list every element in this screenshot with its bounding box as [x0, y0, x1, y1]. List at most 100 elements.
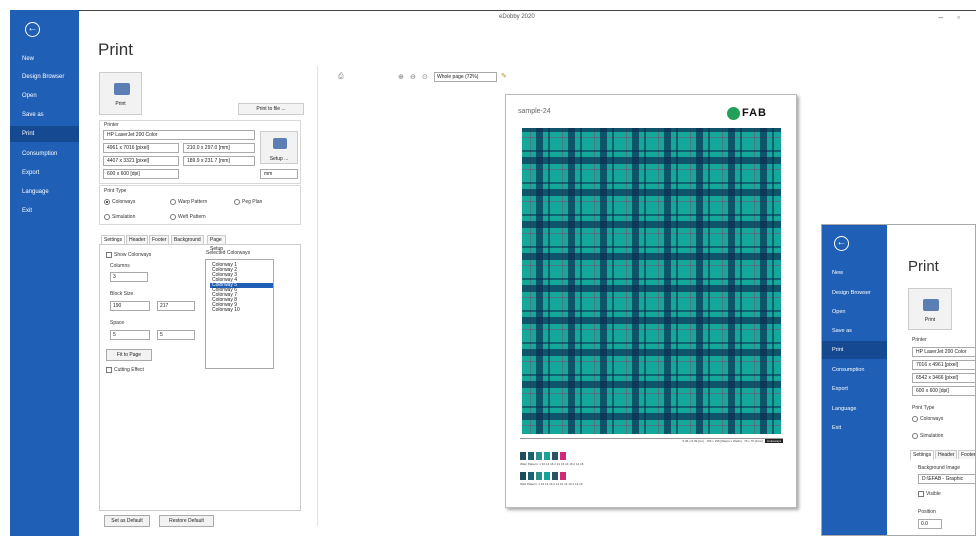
block-height-spinner[interactable]: 217 — [157, 301, 195, 311]
nav-item-new[interactable]: New — [10, 51, 79, 67]
weft-swatch — [520, 472, 526, 480]
overlay-pixel-size: 7016 x 4961 [pixel] — [912, 360, 975, 370]
overlay-tab-header[interactable]: Header — [935, 450, 958, 459]
nav-item-language[interactable]: Language — [10, 184, 79, 200]
zoom-fit-icon[interactable]: ⊙ — [422, 73, 428, 81]
tab-background[interactable]: Background — [171, 235, 204, 244]
overlay-tab-settings[interactable]: Settings — [910, 450, 935, 460]
back-arrow-icon[interactable]: ← — [25, 22, 40, 37]
nav-item-consumption[interactable]: Consumption — [10, 146, 79, 162]
overlay-nav-save-as[interactable]: Save as — [822, 322, 887, 340]
overlay-nav-consumption[interactable]: Consumption — [822, 361, 887, 379]
overlay-page-title: Print — [908, 258, 939, 275]
cutting-effect-checkbox[interactable] — [106, 367, 112, 373]
backstage-nav: ← New Design Browser Open Save as Print … — [10, 10, 79, 536]
warp-swatch — [520, 452, 526, 460]
overlay-bg-path[interactable]: D:\EFAB - Graphic — [918, 474, 975, 484]
print-to-file-button[interactable]: Print to file ... — [238, 103, 304, 115]
block-width-spinner[interactable]: 190 — [110, 301, 150, 311]
nav-item-design-browser[interactable]: Design Browser — [10, 69, 79, 85]
overlay-printer-select[interactable]: HP LaserJet 200 Color — [912, 347, 975, 357]
printer-icon — [114, 83, 130, 95]
overlay-radio-colorways[interactable] — [912, 416, 918, 422]
warp-caption: Warp Pattern: 1 16 14 16 2 14 16 14 16 2… — [520, 462, 584, 466]
printer-section: Printer HP LaserJet 200 Color 4961 x 701… — [99, 120, 301, 184]
colorway-item[interactable]: Colorway 10 — [212, 308, 240, 313]
overlay-nav-new[interactable]: New — [822, 264, 887, 282]
zoom-select[interactable]: Whole page (72%) — [434, 72, 497, 82]
space-x-spinner[interactable]: 5 — [110, 330, 150, 340]
block-height-value: 217 — [160, 303, 169, 309]
overlay-nav-design-browser[interactable]: Design Browser — [822, 284, 887, 302]
weft-caption: Weft Pattern: 1 16 14 16 2 14 16 14 16 2… — [520, 482, 583, 486]
space-y-spinner[interactable]: 5 — [157, 330, 195, 340]
overlay-print-button[interactable]: Print — [908, 288, 952, 330]
overlay-pixel-size2: 6542 x 3466 [pixel] — [912, 373, 975, 383]
overlay-nav-export[interactable]: Export — [822, 380, 887, 398]
radio-weft-pattern[interactable] — [170, 214, 176, 220]
overlay-position-spinner[interactable]: 0.0 — [918, 519, 942, 529]
window-controls[interactable]: – ▫ — [938, 13, 966, 22]
unit-select[interactable]: mm — [260, 169, 298, 179]
zoom-in-icon[interactable]: ⊕ — [398, 73, 404, 81]
radio-warp-pattern[interactable] — [170, 199, 176, 205]
print-preview-icon[interactable]: ⎙ — [338, 73, 344, 81]
overlay-bg-image-label: Background Image — [918, 465, 960, 471]
page-title: Print — [98, 40, 133, 59]
overlay-print-label: Print — [924, 317, 936, 323]
edit-icon[interactable]: ✎ — [501, 72, 507, 80]
nav-item-print[interactable]: Print — [10, 126, 79, 142]
overlay-print-window: ← New Design Browser Open Save as Print … — [821, 224, 976, 536]
columns-spinner[interactable]: 3 — [110, 272, 148, 282]
printer-label: Printer — [104, 122, 119, 128]
weft-swatches — [520, 472, 580, 482]
block-width-value: 190 — [113, 303, 122, 309]
overlay-print-type-label: Print Type — [912, 405, 935, 411]
fit-to-page-button[interactable]: Fit to Page — [106, 349, 152, 361]
radio-simulation[interactable] — [104, 214, 110, 220]
window-title: eDobby 2020 — [499, 14, 535, 20]
radio-peg-plan[interactable] — [234, 199, 240, 205]
space-y-value: 5 — [160, 332, 163, 338]
radio-colorways[interactable] — [104, 199, 110, 205]
print-type-label: Print Type — [104, 188, 127, 194]
warp-swatch — [552, 452, 558, 460]
printable-pixel-size: 4407 x 3321 [pixel] — [103, 156, 179, 166]
colorways-list[interactable]: Colorway 1 Colorway 2 Colorway 3 Colorwa… — [205, 259, 274, 369]
tab-page-setup[interactable]: Page Setup — [207, 235, 227, 252]
tab-header[interactable]: Header — [126, 235, 149, 244]
colorways-badge: Colorways — [764, 439, 783, 443]
show-colorways-checkbox[interactable] — [106, 252, 112, 258]
nav-item-save-as[interactable]: Save as — [10, 107, 79, 123]
overlay-nav-open[interactable]: Open — [822, 303, 887, 321]
printable-mm-size: 189.9 x 231.7 [mm] — [183, 156, 255, 166]
printer-select[interactable]: HP LaserJet 200 Color — [103, 130, 255, 140]
setup-label: Setup ... — [269, 156, 289, 162]
efab-logo: FAB — [727, 107, 785, 121]
overlay-option-colorways: Colorways — [920, 416, 944, 422]
option-simulation: Simulation — [112, 214, 136, 220]
nav-item-export[interactable]: Export — [10, 165, 79, 181]
logo-text: FAB — [742, 107, 767, 119]
option-warp-pattern: Warp Pattern — [178, 199, 208, 205]
setup-printer-icon — [273, 138, 287, 149]
set-as-default-button[interactable]: Set as Default — [104, 515, 150, 527]
overlay-nav-language[interactable]: Language — [822, 400, 887, 418]
nav-item-open[interactable]: Open — [10, 88, 79, 104]
tab-footer[interactable]: Footer — [149, 235, 170, 244]
block-size-label: Block Size — [110, 291, 134, 297]
warp-swatches — [520, 452, 580, 462]
nav-item-exit[interactable]: Exit — [10, 203, 79, 219]
overlay-nav-exit[interactable]: Exit — [822, 419, 887, 437]
restore-default-button[interactable]: Restore Default — [159, 515, 214, 527]
zoom-out-icon[interactable]: ⊖ — [410, 73, 416, 81]
overlay-back-arrow-icon[interactable]: ← — [834, 236, 849, 251]
overlay-nav-print[interactable]: Print — [822, 341, 887, 359]
print-button[interactable]: Print — [99, 72, 142, 115]
weft-swatch — [544, 472, 550, 480]
setup-button[interactable]: Setup ... — [260, 131, 298, 164]
overlay-tab-footer[interactable]: Footer — [958, 450, 975, 459]
overlay-radio-simulation[interactable] — [912, 433, 918, 439]
overlay-visible-checkbox[interactable] — [918, 491, 924, 497]
overlay-printer-label: Printer — [912, 337, 927, 343]
